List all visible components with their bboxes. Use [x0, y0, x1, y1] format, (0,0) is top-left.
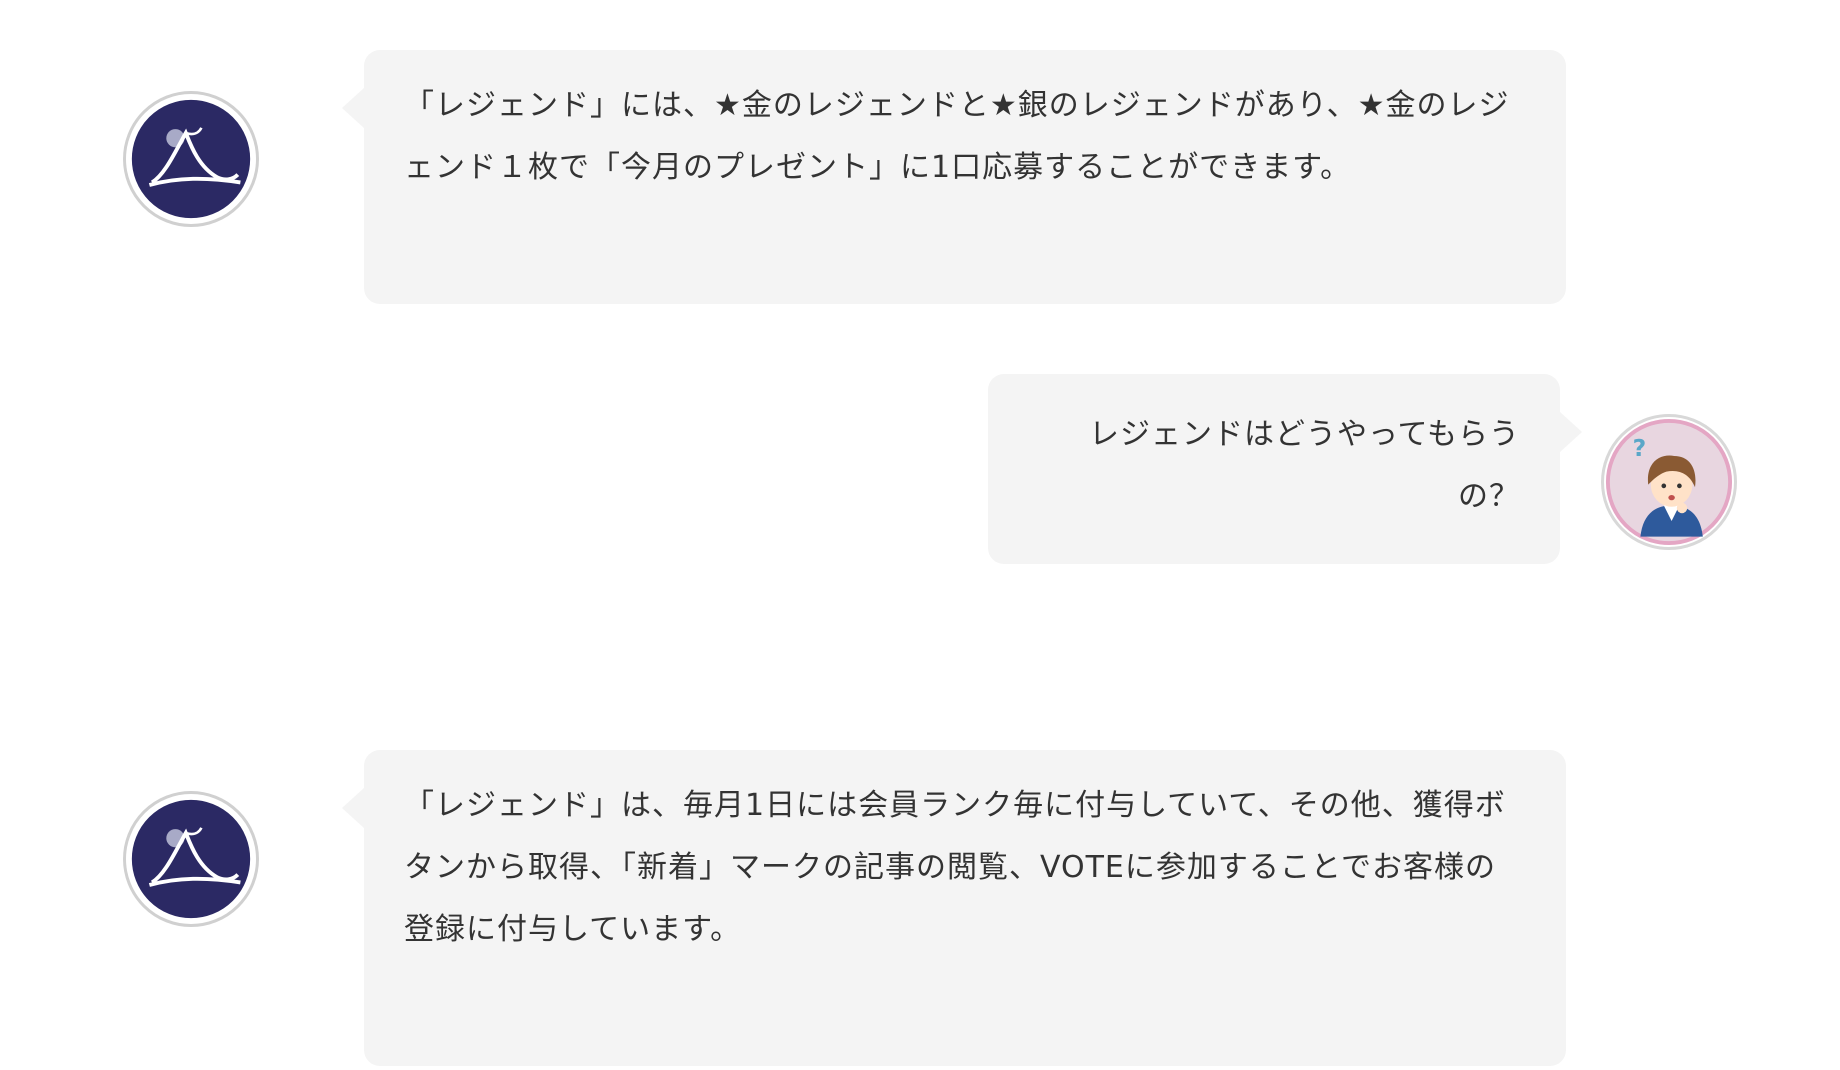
brand-logo-icon: [127, 795, 255, 923]
brand-avatar: [123, 791, 259, 927]
message-text: 「レジェンド」は、毎月1日には会員ランク毎に付与していて、その他、獲得ボタンから…: [404, 788, 1506, 947]
brand-logo-icon: [127, 95, 255, 223]
brand-avatar: [123, 91, 259, 227]
message-bubble: レジェンドはどうやってもらうの？: [988, 374, 1582, 564]
message-bubble: 「レジェンド」には、★金のレジェンドと★銀のレジェンドがあり、★金のレジェンド１…: [342, 50, 1566, 304]
confused-woman-icon: ?: [1605, 418, 1733, 546]
svg-text:?: ?: [1633, 434, 1647, 462]
message-text: 「レジェンド」には、★金のレジェンドと★銀のレジェンドがあり、★金のレジェンド１…: [404, 88, 1510, 185]
message-bubble: 「レジェンド」は、毎月1日には会員ランク毎に付与していて、その他、獲得ボタンから…: [342, 750, 1566, 1066]
message-text: レジェンドはどうやってもらうの？: [1089, 417, 1520, 514]
user-avatar: ?: [1601, 414, 1737, 550]
